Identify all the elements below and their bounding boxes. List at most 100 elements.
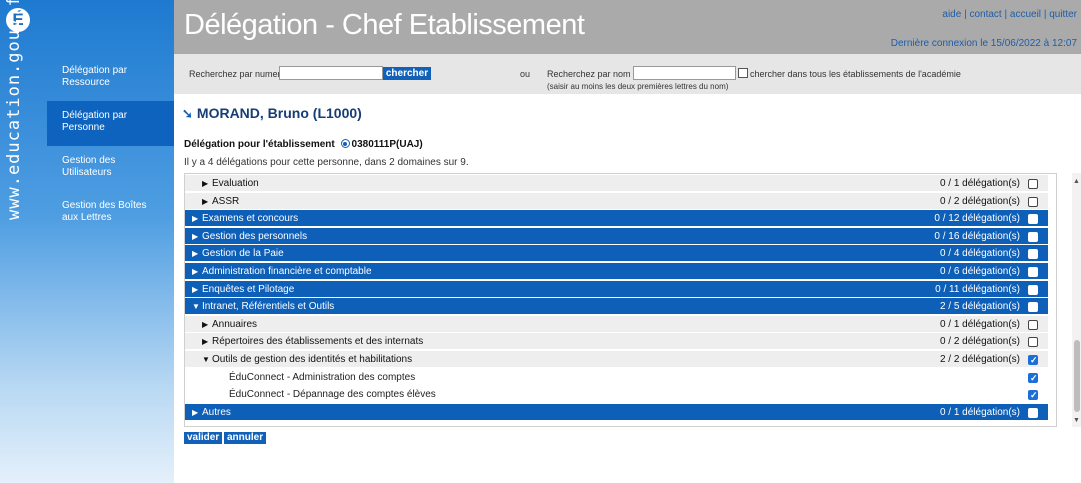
caret-right-icon[interactable]: ▶ [202, 175, 212, 192]
delegation-checkbox[interactable] [1028, 267, 1038, 277]
delegation-count: 0 / 4 délégation(s) [939, 248, 1020, 260]
tree-row-text: Répertoires des établissements et des in… [212, 336, 424, 348]
search-name-input[interactable] [633, 66, 736, 80]
site-url-vertical: www.education.gouv.fr [4, 0, 24, 220]
tree-row-text: Gestion des personnels [202, 230, 308, 242]
tree-row-label: ▶ Gestion des personnels [185, 228, 307, 245]
tree-row-label: ▶ Gestion de la Paie [185, 245, 284, 262]
delegation-tree: ▶ Evaluation 0 / 1 délégation(s) ▶ ASSR 0 / 2… [184, 173, 1057, 427]
sidebar-item-label: Gestion des Boîtes aux Lettres [62, 200, 147, 223]
delegation-checkbox[interactable] [1028, 319, 1038, 330]
delegation-count: 0 / 6 délégation(s) [939, 266, 1020, 277]
tree-row-label: ▶ Examens et concours [185, 210, 298, 227]
delegation-count: 0 / 12 délégation(s) [934, 213, 1020, 225]
tree-row-text: Autres [202, 406, 231, 418]
cancel-button[interactable]: annuler [224, 432, 267, 444]
delegation-checkbox[interactable] [1028, 302, 1038, 313]
or-label: ou [520, 69, 531, 79]
person-name: MORAND, Bruno (L1000) [196, 105, 362, 121]
caret-right-icon[interactable]: ▶ [192, 263, 202, 280]
caret-right-icon[interactable]: ▶ [202, 333, 212, 350]
caret-right-icon[interactable]: ▶ [192, 281, 202, 298]
tree-row-text: Examens et concours [202, 213, 299, 225]
sidebar-item-delegation-ressource[interactable]: Délégation par Ressource [47, 56, 174, 101]
all-etab-label: chercher dans tous les établissements de… [750, 69, 961, 79]
person-heading: ➘ MORAND, Bruno (L1000) [182, 105, 362, 122]
delegation-checkbox[interactable] [1028, 407, 1038, 418]
sidebar-nav: Délégation par Ressource Délégation par … [47, 56, 174, 236]
delegation-checkbox[interactable] [1028, 179, 1038, 189]
tree-row-domain[interactable]: ▶ Administration financière et comptable 0… [185, 263, 1048, 280]
sidebar-item-delegation-personne[interactable]: Délégation par Personne [47, 101, 174, 146]
tree-row-sub[interactable]: ▶ Evaluation 0 / 1 délégation(s) [185, 175, 1048, 192]
help-link[interactable]: aide [942, 9, 961, 20]
tree-row-label: ▼ Intranet, Référentiels et Outils [185, 298, 334, 315]
tree-row-label: ▶ Enquêtes et Pilotage [185, 281, 294, 298]
arrow-icon: ➘ [182, 106, 193, 121]
home-link[interactable]: accueil [1010, 9, 1041, 20]
tree-row-label: ÉduConnect - Dépannage des comptes élève… [185, 386, 436, 403]
delegation-count: 0 / 2 délégation(s) [939, 336, 1020, 348]
delegation-checkbox[interactable] [1028, 196, 1038, 207]
tree-row-text: Evaluation [212, 178, 259, 189]
link-separator: | [964, 9, 967, 20]
tree-row-domain[interactable]: ▶ Examens et concours 0 / 12 délégation(s) [185, 210, 1048, 228]
delegation-checkbox[interactable] [1028, 231, 1038, 242]
tree-row-sub[interactable]: ▶ Annuaires 0 / 1 délégation(s) [185, 315, 1048, 333]
sidebar-item-gestion-boites[interactable]: Gestion des Boîtes aux Lettres [47, 191, 174, 236]
etab-radio[interactable] [340, 139, 350, 148]
tree-row-domain[interactable]: ▶ Autres 0 / 1 délégation(s) [185, 403, 1048, 421]
all-etab-checkbox[interactable] [738, 68, 748, 78]
delegation-count: 0 / 2 délégation(s) [939, 195, 1020, 207]
tree-row-text: ÉduConnect - Administration des comptes [229, 371, 416, 383]
quit-link[interactable]: quitter [1049, 9, 1077, 20]
caret-right-icon[interactable]: ▶ [192, 404, 202, 421]
delegation-checkbox[interactable] [1028, 390, 1038, 401]
top-links: aide | contact | accueil | quitter [942, 9, 1077, 20]
tree-row-sub[interactable]: ▶ Répertoires des établissements et des i… [185, 333, 1048, 351]
tree-row-text: Annuaires [212, 318, 258, 330]
caret-right-icon[interactable]: ▶ [192, 228, 202, 245]
tree-row-text: Intranet, Référentiels et Outils [202, 301, 335, 313]
caret-right-icon[interactable]: ▶ [202, 193, 212, 210]
search-name-label: Recherchez par nom [547, 69, 631, 79]
page-title: Délégation - Chef Etablissement [184, 9, 585, 41]
sidebar-item-gestion-utilisateurs[interactable]: Gestion des Utilisateurs [47, 146, 174, 191]
validate-button[interactable]: valider [184, 432, 223, 444]
caret-right-icon[interactable]: ▶ [192, 210, 202, 227]
delegation-checkbox[interactable] [1028, 284, 1038, 295]
delegation-checkbox[interactable] [1028, 249, 1038, 260]
caret-down-icon[interactable]: ▼ [202, 351, 212, 368]
search-button[interactable]: chercher [383, 67, 431, 80]
delegation-checkbox[interactable] [1028, 214, 1038, 225]
header: Délégation - Chef Etablissement aide | c… [174, 0, 1081, 54]
tree-row-sub[interactable]: ▶ ASSR 0 / 2 délégation(s) [185, 192, 1048, 210]
tree-row-domain[interactable]: ▶ Enquêtes et Pilotage 0 / 11 délégation(s… [185, 280, 1048, 298]
tree-row-leaf: ÉduConnect - Administration des comptes [185, 368, 1048, 386]
sidebar-item-label: Gestion des Utilisateurs [62, 155, 116, 178]
scroll-down-icon[interactable]: ▼ [1073, 417, 1080, 424]
caret-right-icon[interactable]: ▶ [192, 245, 202, 262]
tree-row-domain[interactable]: ▶ Gestion de la Paie 0 / 4 délégation(s) [185, 245, 1048, 263]
delegation-count: 0 / 11 délégation(s) [935, 283, 1020, 295]
tree-row-label: ▶ Evaluation [185, 175, 259, 192]
sidebar: É www.education.gouv.fr Délégation par R… [0, 0, 174, 483]
search-numen-input[interactable] [279, 66, 383, 80]
caret-right-icon[interactable]: ▶ [202, 316, 212, 333]
delegation-count: 0 / 1 délégation(s) [939, 178, 1020, 189]
delegation-checkbox[interactable] [1028, 337, 1038, 348]
delegation-checkbox[interactable] [1028, 355, 1038, 365]
caret-down-icon[interactable]: ▼ [192, 298, 202, 315]
scroll-up-icon[interactable]: ▲ [1073, 178, 1080, 185]
scrollbar-thumb[interactable] [1074, 340, 1080, 412]
delegation-count: 0 / 1 délégation(s) [939, 406, 1020, 418]
tree-row-domain[interactable]: ▶ Gestion des personnels 0 / 16 délégation… [185, 227, 1048, 245]
tree-row-label: ▶ Annuaires [185, 316, 257, 333]
delegation-checkbox[interactable] [1028, 372, 1038, 383]
tree-row-sub[interactable]: ▼ Outils de gestion des identités et habi… [185, 351, 1048, 368]
tree-row-label: ▼ Outils de gestion des identités et habi… [185, 351, 412, 368]
tree-row-text: Gestion de la Paie [202, 248, 284, 260]
tree-row-domain[interactable]: ▼ Intranet, Référentiels et Outils 2 / 5 d… [185, 298, 1048, 316]
contact-link[interactable]: contact [969, 9, 1001, 20]
tree-row-text: Administration financière et comptable [202, 266, 372, 277]
